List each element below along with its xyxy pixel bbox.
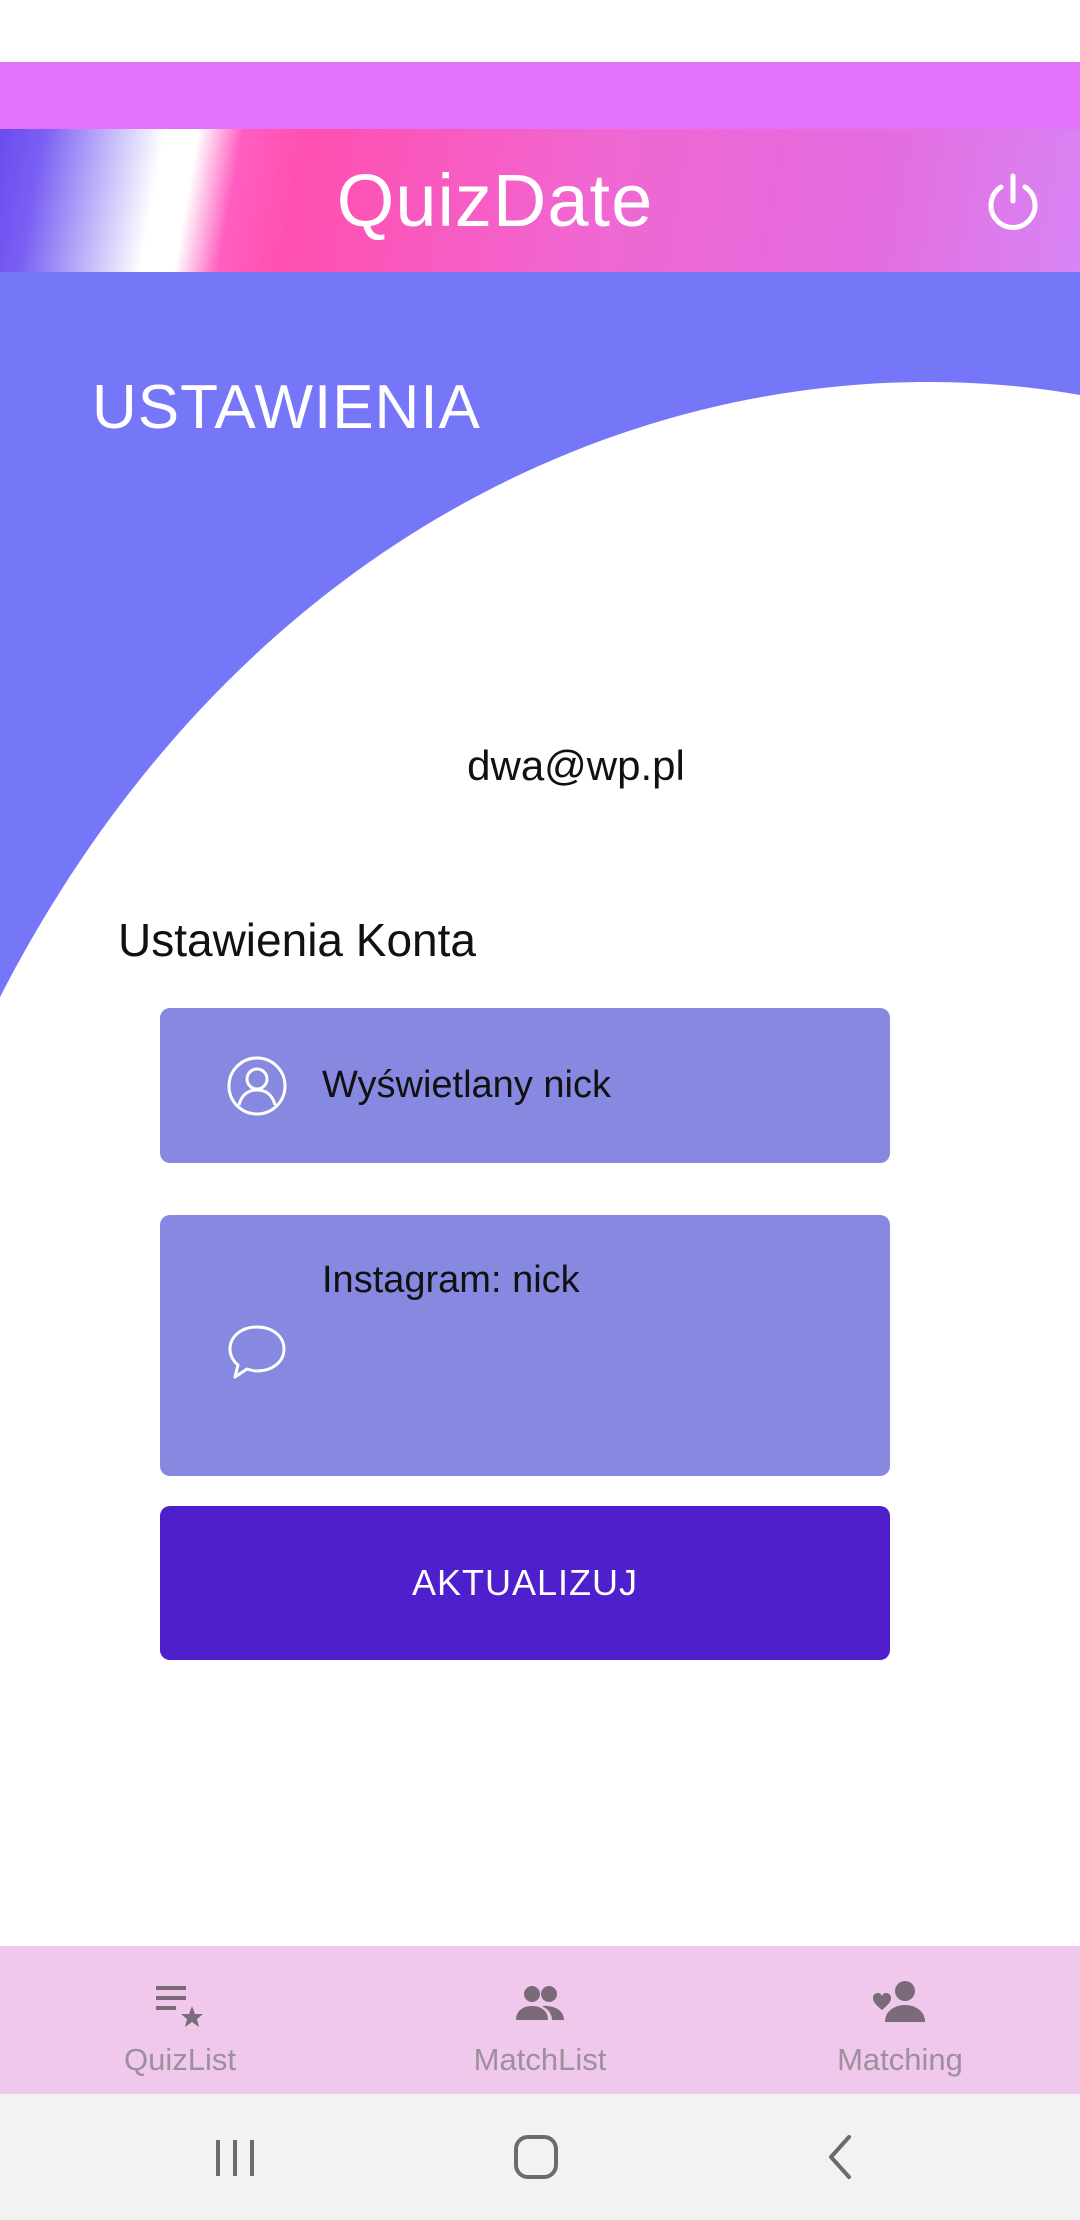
- display-nick-field[interactable]: Wyświetlany nick: [160, 1008, 890, 1163]
- recent-apps-icon[interactable]: [200, 2122, 270, 2192]
- update-button[interactable]: AKTUALIZUJ: [160, 1506, 890, 1660]
- display-nick-value: Wyświetlany nick: [322, 1064, 611, 1106]
- instagram-value: Instagram: nick: [322, 1259, 580, 1301]
- bottom-navigation: QuizList MatchList Matching: [0, 1946, 1080, 2094]
- system-navigation-bar: [0, 2094, 1080, 2220]
- top-strip: [0, 62, 1080, 129]
- playlist-star-icon: [152, 1976, 208, 2032]
- power-icon[interactable]: [984, 171, 1042, 233]
- person-outline-icon: [226, 1055, 288, 1117]
- app-title: QuizDate: [336, 159, 654, 242]
- account-settings-heading: Ustawienia Konta: [118, 914, 476, 966]
- nav-label-matching: Matching: [837, 2042, 963, 2077]
- nav-label-quizlist: QuizList: [124, 2042, 236, 2077]
- chat-bubble-icon: [226, 1321, 288, 1383]
- nav-label-matchlist: MatchList: [473, 2042, 607, 2077]
- home-icon[interactable]: [501, 2122, 571, 2192]
- person-heart-icon: [872, 1976, 928, 2032]
- nav-item-quizlist[interactable]: QuizList: [30, 1946, 330, 2094]
- back-icon[interactable]: [805, 2122, 875, 2192]
- nav-item-matching[interactable]: Matching: [750, 1946, 1050, 2094]
- people-icon: [512, 1976, 568, 2032]
- nav-item-matchlist[interactable]: MatchList: [390, 1946, 690, 2094]
- user-email: dwa@wp.pl: [467, 742, 685, 789]
- app-bar: QuizDate: [0, 129, 1080, 272]
- instagram-field[interactable]: Instagram: nick: [160, 1215, 890, 1476]
- page-title: USTAWIENIA: [92, 373, 481, 442]
- status-bar: [0, 0, 1080, 62]
